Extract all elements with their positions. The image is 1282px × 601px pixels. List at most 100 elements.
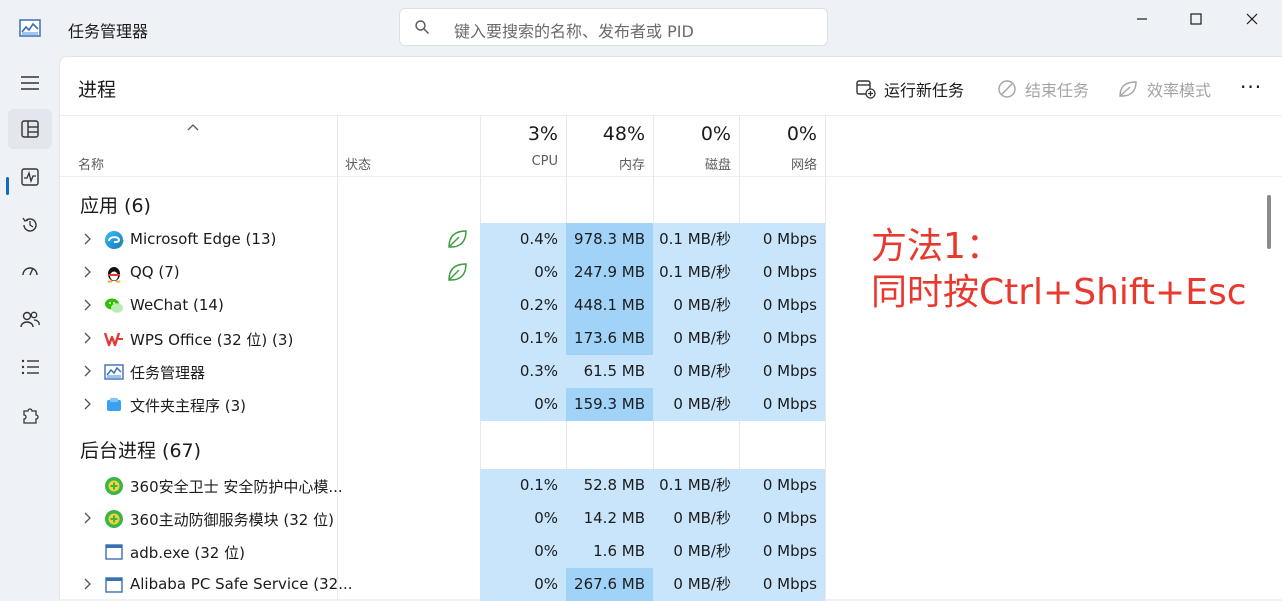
- wechat-icon: [105, 298, 123, 313]
- memory-cell: 159.3 MB: [566, 388, 653, 421]
- disk-cell: 0 MB/秒: [653, 568, 739, 601]
- efficiency-mode-button[interactable]: 效率模式: [1117, 77, 1211, 101]
- disk-cell: 0.1 MB/秒: [653, 469, 739, 502]
- group-header-background[interactable]: 后台进程 (67): [80, 436, 201, 463]
- run-new-task-button[interactable]: 运行新任务: [856, 77, 964, 101]
- vertical-scrollbar[interactable]: [1267, 195, 1271, 249]
- column-header-cpu[interactable]: CPU: [480, 154, 558, 169]
- run-new-task-icon: [856, 80, 876, 99]
- table-row[interactable]: 360主动防御服务模块 (32 位) 0% 14.2 MB 0 MB/秒 0 M…: [60, 502, 1282, 535]
- chevron-right-icon[interactable]: [82, 298, 92, 312]
- cpu-cell: 0.1%: [480, 322, 566, 355]
- chevron-right-icon[interactable]: [82, 265, 92, 279]
- memory-total-percent[interactable]: 48%: [566, 123, 645, 145]
- table-row[interactable]: 任务管理器 0.3% 61.5 MB 0 MB/秒 0 Mbps: [60, 355, 1282, 388]
- nav-startup-apps[interactable]: [8, 251, 52, 291]
- performance-icon: [21, 168, 39, 186]
- task-manager-app-icon: [19, 19, 41, 37]
- efficiency-leaf-icon: [448, 230, 467, 248]
- column-header-network[interactable]: 网络: [739, 154, 817, 173]
- details-list-icon: [21, 359, 39, 375]
- end-task-button[interactable]: 结束任务: [997, 77, 1089, 101]
- close-button[interactable]: [1235, 8, 1269, 30]
- chevron-right-icon[interactable]: [82, 511, 92, 525]
- process-name: Alibaba PC Safe Service (32...: [130, 575, 353, 593]
- run-new-task-label: 运行新任务: [884, 81, 965, 100]
- network-cell: 0 Mbps: [739, 289, 825, 322]
- column-header-disk[interactable]: 磁盘: [653, 154, 731, 173]
- sort-ascending-icon[interactable]: [187, 123, 199, 131]
- table-row[interactable]: 文件夹主程序 (3) 0% 159.3 MB 0 MB/秒 0 Mbps: [60, 388, 1282, 421]
- process-name: 360安全卫士 安全防护中心模...: [130, 478, 343, 496]
- app-title: 任务管理器: [68, 22, 149, 41]
- annotation-line-1: 方法1：: [871, 226, 1002, 267]
- disk-cell: 0 MB/秒: [653, 289, 739, 322]
- disk-total-percent[interactable]: 0%: [653, 123, 731, 145]
- memory-cell: 978.3 MB: [566, 223, 653, 256]
- table-row[interactable]: Alibaba PC Safe Service (32... 0% 267.6 …: [60, 568, 1282, 601]
- memory-cell: 14.2 MB: [566, 502, 653, 535]
- process-name: Microsoft Edge (13): [130, 230, 277, 248]
- column-header-name[interactable]: 名称: [78, 154, 104, 173]
- network-total-percent[interactable]: 0%: [739, 123, 817, 145]
- memory-cell: 61.5 MB: [566, 355, 653, 388]
- exe-window-icon: [105, 577, 123, 593]
- network-cell: 0 Mbps: [739, 355, 825, 388]
- users-icon: [20, 311, 40, 328]
- startup-gauge-icon: [22, 267, 38, 276]
- network-cell: 0 Mbps: [739, 256, 825, 289]
- chevron-right-icon[interactable]: [82, 364, 92, 378]
- network-cell: 0 Mbps: [739, 568, 825, 601]
- memory-cell: 52.8 MB: [566, 469, 653, 502]
- process-name: 360主动防御服务模块 (32 位): [130, 511, 334, 529]
- memory-cell: 1.6 MB: [566, 535, 653, 568]
- chevron-right-icon[interactable]: [82, 397, 92, 411]
- group-header-apps[interactable]: 应用 (6): [80, 191, 151, 218]
- minimize-icon: [1137, 18, 1147, 20]
- efficiency-leaf-icon: [448, 263, 467, 281]
- cpu-cell: 0.2%: [480, 289, 566, 322]
- efficiency-mode-label: 效率模式: [1147, 81, 1212, 100]
- hamburger-menu-button[interactable]: [8, 63, 52, 103]
- process-name: 任务管理器: [130, 364, 206, 382]
- process-name: QQ (7): [130, 263, 180, 281]
- page-title: 进程: [78, 79, 117, 101]
- network-cell: 0 Mbps: [739, 388, 825, 421]
- minimize-button[interactable]: [1125, 8, 1159, 30]
- disk-cell: 0 MB/秒: [653, 322, 739, 355]
- nav-users[interactable]: [8, 299, 52, 339]
- chevron-right-icon[interactable]: [82, 232, 92, 246]
- disk-cell: 0 MB/秒: [653, 355, 739, 388]
- table-row[interactable]: WPS Office (32 位) (3) 0.1% 173.6 MB 0 MB…: [60, 322, 1282, 355]
- nav-details[interactable]: [8, 347, 52, 387]
- close-icon: [1246, 13, 1258, 25]
- exe-window-icon: [105, 544, 123, 560]
- maximize-button[interactable]: [1179, 8, 1213, 30]
- disk-cell: 0 MB/秒: [653, 535, 739, 568]
- table-row[interactable]: 360安全卫士 安全防护中心模... 0.1% 52.8 MB 0.1 MB/秒…: [60, 469, 1282, 502]
- memory-cell: 267.6 MB: [566, 568, 653, 601]
- table-row[interactable]: adb.exe (32 位) 0% 1.6 MB 0 MB/秒 0 Mbps: [60, 535, 1282, 568]
- folder-app-icon: [107, 398, 121, 411]
- search-box[interactable]: 键入要搜索的名称、发布者或 PID: [399, 8, 828, 46]
- chevron-right-icon[interactable]: [82, 331, 92, 345]
- column-header-status[interactable]: 状态: [345, 154, 371, 173]
- leaf-icon: [1119, 81, 1137, 97]
- qq-penguin-icon: [107, 267, 121, 283]
- cpu-total-percent[interactable]: 3%: [480, 123, 558, 145]
- memory-cell: 247.9 MB: [566, 256, 653, 289]
- disk-cell: 0.1 MB/秒: [653, 256, 739, 289]
- nav-processes[interactable]: [8, 109, 52, 149]
- network-cell: 0 Mbps: [739, 502, 825, 535]
- chevron-right-icon[interactable]: [82, 577, 92, 591]
- cpu-cell: 0.4%: [480, 223, 566, 256]
- history-icon: [22, 217, 37, 232]
- nav-performance[interactable]: [8, 157, 52, 197]
- cpu-cell: 0.1%: [480, 469, 566, 502]
- column-header-memory[interactable]: 内存: [566, 154, 645, 173]
- more-options-button[interactable]: ···: [1240, 75, 1262, 99]
- process-name: adb.exe (32 位): [130, 544, 245, 562]
- title-bar: 任务管理器 键入要搜索的名称、发布者或 PID: [0, 0, 1282, 56]
- nav-services[interactable]: [8, 395, 52, 435]
- nav-app-history[interactable]: [8, 205, 52, 245]
